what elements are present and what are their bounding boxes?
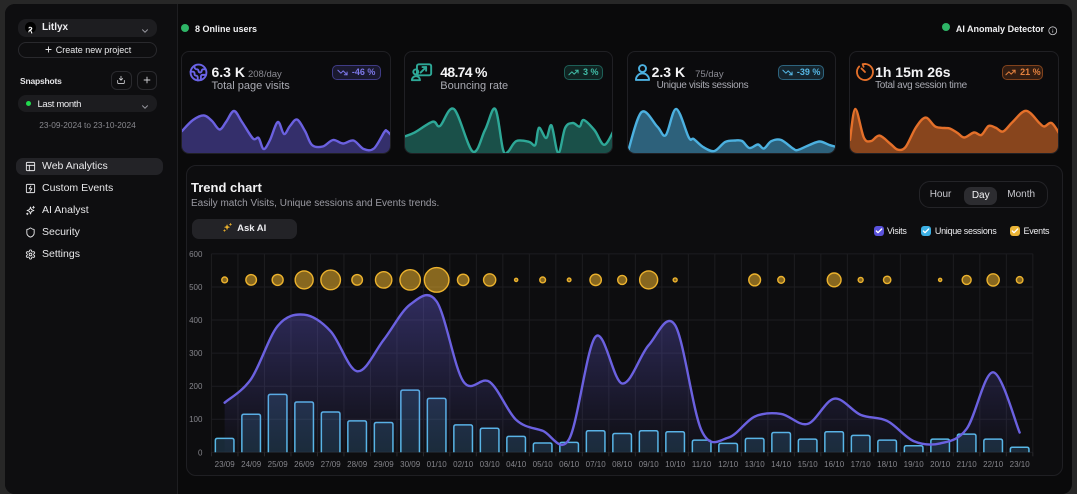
svg-text:09/10: 09/10 bbox=[638, 460, 659, 469]
svg-text:0: 0 bbox=[197, 448, 202, 457]
svg-text:23/09: 23/09 bbox=[214, 460, 235, 469]
svg-text:600: 600 bbox=[189, 250, 203, 259]
svg-text:14/10: 14/10 bbox=[771, 460, 792, 469]
svg-text:24/09: 24/09 bbox=[241, 460, 262, 469]
svg-text:29/09: 29/09 bbox=[373, 460, 394, 469]
svg-text:10/10: 10/10 bbox=[665, 460, 686, 469]
svg-text:100: 100 bbox=[189, 415, 203, 424]
svg-text:18/10: 18/10 bbox=[877, 460, 898, 469]
svg-text:02/10: 02/10 bbox=[453, 460, 474, 469]
svg-text:15/10: 15/10 bbox=[797, 460, 818, 469]
svg-text:500: 500 bbox=[189, 283, 203, 292]
svg-text:03/10: 03/10 bbox=[479, 460, 500, 469]
svg-text:04/10: 04/10 bbox=[506, 460, 527, 469]
svg-text:22/10: 22/10 bbox=[983, 460, 1004, 469]
svg-text:19/10: 19/10 bbox=[903, 460, 924, 469]
svg-text:01/10: 01/10 bbox=[426, 460, 447, 469]
svg-text:13/10: 13/10 bbox=[744, 460, 765, 469]
svg-text:20/10: 20/10 bbox=[930, 460, 951, 469]
svg-text:400: 400 bbox=[189, 316, 203, 325]
svg-text:300: 300 bbox=[189, 349, 203, 358]
svg-text:21/10: 21/10 bbox=[956, 460, 977, 469]
svg-text:16/10: 16/10 bbox=[824, 460, 845, 469]
svg-text:25/09: 25/09 bbox=[267, 460, 288, 469]
svg-text:26/09: 26/09 bbox=[294, 460, 315, 469]
svg-text:08/10: 08/10 bbox=[612, 460, 633, 469]
svg-text:30/09: 30/09 bbox=[400, 460, 421, 469]
svg-text:11/10: 11/10 bbox=[691, 460, 711, 469]
svg-text:06/10: 06/10 bbox=[559, 460, 580, 469]
svg-text:07/10: 07/10 bbox=[585, 460, 606, 469]
svg-text:28/09: 28/09 bbox=[347, 460, 368, 469]
svg-text:200: 200 bbox=[189, 382, 203, 391]
svg-text:17/10: 17/10 bbox=[850, 460, 871, 469]
svg-text:12/10: 12/10 bbox=[718, 460, 739, 469]
svg-text:23/10: 23/10 bbox=[1009, 460, 1030, 469]
svg-text:27/09: 27/09 bbox=[320, 460, 341, 469]
svg-text:05/10: 05/10 bbox=[532, 460, 553, 469]
